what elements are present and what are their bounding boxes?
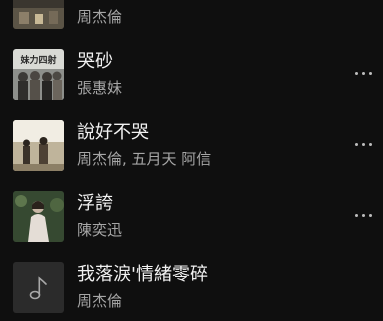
album-cover-icon — [13, 120, 64, 171]
more-options-icon[interactable] — [351, 206, 377, 224]
track-row[interactable]: 我落淚'情緒零碎 周杰倫 — [0, 250, 383, 321]
more-options-icon[interactable] — [351, 64, 377, 82]
track-artist: 陳奕迅 — [77, 221, 123, 239]
album-cover-icon: 妹力四射 — [13, 49, 64, 100]
music-note-icon — [13, 262, 64, 313]
track-row[interactable]: 說好不哭 周杰倫, 五月天 阿信 — [0, 108, 383, 179]
track-artist: 周杰倫 — [77, 292, 123, 310]
track-title: 說好不哭 — [77, 122, 149, 143]
album-cover-icon — [13, 191, 64, 242]
track-row[interactable]: 浮誇 陳奕迅 — [0, 179, 383, 250]
track-title: 哭砂 — [77, 51, 113, 72]
album-cover-text: 妹力四射 — [19, 54, 56, 66]
track-list: 周杰倫 妹力四射 哭砂 張惠妹 說好不哭 周杰倫, 五月天 阿信 浮誇 陳奕迅 … — [0, 0, 383, 321]
album-cover-icon — [13, 0, 64, 29]
track-row[interactable]: 周杰倫 — [0, 0, 383, 37]
track-row[interactable]: 妹力四射 哭砂 張惠妹 — [0, 37, 383, 108]
more-options-icon[interactable] — [351, 135, 377, 153]
track-title: 我落淚'情緒零碎 — [77, 264, 208, 285]
track-artist: 周杰倫 — [77, 8, 123, 26]
track-artist: 周杰倫, 五月天 阿信 — [77, 150, 212, 168]
track-artist: 張惠妹 — [77, 79, 123, 97]
track-title: 浮誇 — [77, 193, 113, 214]
